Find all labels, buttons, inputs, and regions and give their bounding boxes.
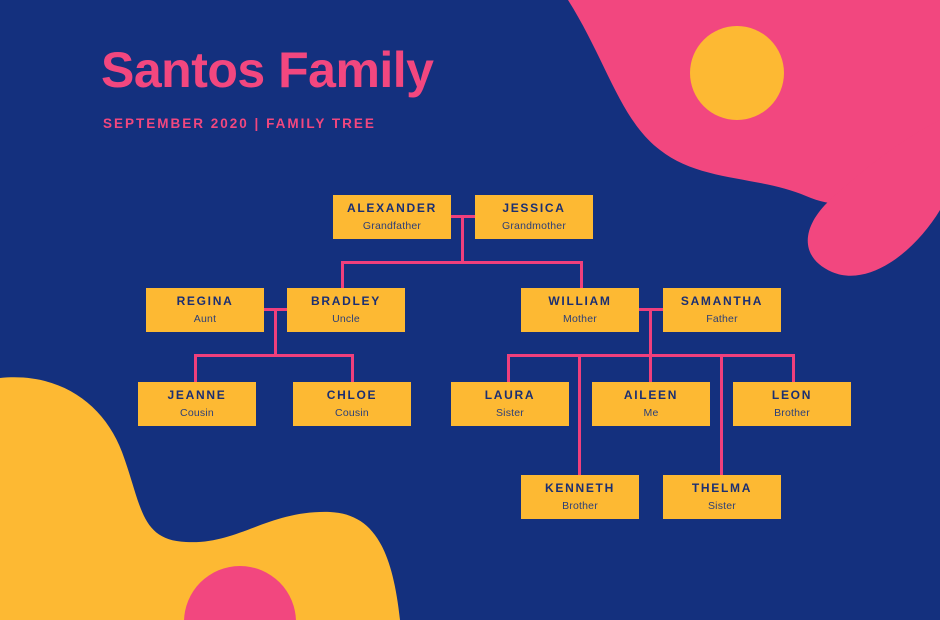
person-role: Father [706, 313, 738, 326]
person-card-chloe[interactable]: CHLOE Cousin [293, 382, 411, 426]
person-role: Aunt [193, 313, 217, 326]
person-name: JEANNE [167, 388, 227, 403]
person-name: CHLOE [326, 388, 378, 403]
connector-to-jeanne [194, 354, 197, 384]
connector-to-kenneth [578, 354, 581, 477]
person-name: SAMANTHA [680, 294, 764, 309]
person-card-kenneth[interactable]: KENNETH Brother [521, 475, 639, 519]
person-card-aileen[interactable]: AILEEN Me [592, 382, 710, 426]
person-role: Cousin [335, 407, 369, 420]
connector-to-leon [792, 354, 795, 384]
person-name: LEON [771, 388, 813, 403]
person-card-jessica[interactable]: JESSICA Grandmother [475, 195, 593, 239]
person-card-william[interactable]: WILLIAM Mother [521, 288, 639, 332]
person-name: AILEEN [623, 388, 679, 403]
infographic-canvas: Santos Family SEPTEMBER 2020 | FAMILY TR… [0, 0, 940, 620]
top-right-yellow-circle [690, 26, 784, 120]
person-name: JESSICA [502, 201, 566, 216]
person-card-thelma[interactable]: THELMA Sister [663, 475, 781, 519]
connector-left-span [194, 354, 354, 357]
person-card-jeanne[interactable]: JEANNE Cousin [138, 382, 256, 426]
person-name: WILLIAM [548, 294, 612, 309]
connector-to-william [580, 261, 583, 290]
connector-gp-span [341, 261, 583, 264]
person-name: KENNETH [545, 481, 615, 496]
person-card-samantha[interactable]: SAMANTHA Father [663, 288, 781, 332]
person-role: Sister [495, 407, 525, 420]
connector-left-drop [274, 308, 277, 356]
person-name: REGINA [176, 294, 234, 309]
person-card-bradley[interactable]: BRADLEY Uncle [287, 288, 405, 332]
person-role: Grandfather [362, 220, 422, 233]
person-name: ALEXANDER [347, 201, 437, 216]
person-role: Me [643, 407, 659, 420]
connector-gp-drop [461, 215, 464, 263]
person-role: Mother [563, 313, 597, 326]
person-card-laura[interactable]: LAURA Sister [451, 382, 569, 426]
page-title: Santos Family [101, 42, 434, 98]
connector-to-thelma [720, 354, 723, 477]
person-name: LAURA [484, 388, 536, 403]
person-card-regina[interactable]: REGINA Aunt [146, 288, 264, 332]
person-role: Uncle [332, 313, 360, 326]
header: Santos Family SEPTEMBER 2020 | FAMILY TR… [101, 44, 434, 131]
person-card-leon[interactable]: LEON Brother [733, 382, 851, 426]
connector-to-laura [507, 354, 510, 384]
page-subtitle: SEPTEMBER 2020 | FAMILY TREE [103, 115, 376, 131]
person-card-alexander[interactable]: ALEXANDER Grandfather [333, 195, 451, 239]
connector-to-aileen [649, 354, 652, 384]
person-role: Grandmother [501, 220, 567, 233]
person-role: Brother [562, 500, 598, 513]
person-role: Sister [707, 500, 737, 513]
person-role: Brother [774, 407, 810, 420]
connector-to-chloe [351, 354, 354, 384]
connector-to-bradley [341, 261, 344, 290]
person-role: Cousin [180, 407, 214, 420]
connector-right-drop [649, 308, 652, 356]
person-name: THELMA [691, 481, 753, 496]
person-name: BRADLEY [311, 294, 381, 309]
